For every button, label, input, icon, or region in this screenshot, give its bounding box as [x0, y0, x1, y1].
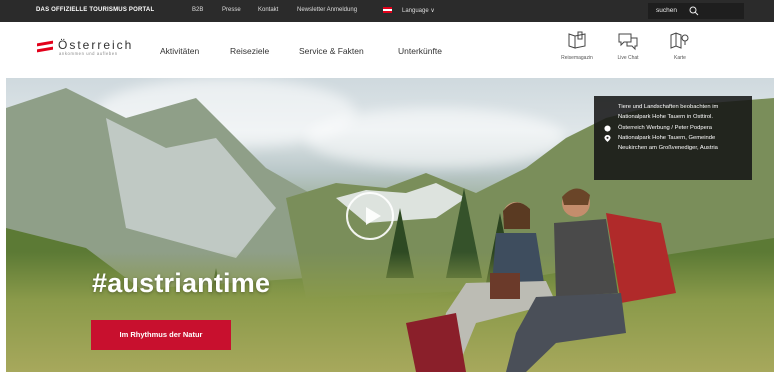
tool-reisemagazin[interactable]: Reisemagazin	[552, 30, 602, 72]
link-newsletter[interactable]: Newsletter Anmeldung	[297, 7, 357, 13]
cta-button[interactable]: Im Rhythmus der Natur	[91, 320, 231, 350]
photo-credit-row: Österreich Werbung / Peter Podpera	[602, 123, 744, 133]
logo-tagline: ankommen und aufleben	[59, 51, 118, 56]
nav-item-aktivitaeten[interactable]: Aktivitäten	[160, 46, 199, 56]
map-icon	[670, 32, 689, 49]
language-selector[interactable]: Language ∨	[402, 7, 435, 14]
search-icon	[689, 6, 699, 16]
logo-mark-icon	[37, 40, 53, 53]
main-navigation: Österreich ankommen und aufleben Aktivit…	[0, 22, 774, 78]
magazine-icon	[568, 31, 586, 49]
photo-info-box: Tiere und Landschaften beobachten im Nat…	[594, 96, 752, 180]
logo-name: Österreich	[58, 38, 134, 52]
photo-credit: Österreich Werbung / Peter Podpera	[618, 124, 712, 131]
play-video-button[interactable]	[346, 192, 394, 240]
link-b2b[interactable]: B2B	[192, 7, 203, 13]
photo-caption: Tiere und Landschaften beobachten im Nat…	[618, 104, 719, 121]
tool-label: Live Chat	[617, 55, 639, 61]
utility-bar: DAS OFFIZIELLE TOURISMUS PORTAL B2B Pres…	[0, 0, 774, 22]
nav-item-service-fakten[interactable]: Service & Fakten	[299, 46, 364, 56]
hero-hashtag: #austriantime	[92, 268, 271, 298]
chat-icon	[618, 33, 638, 51]
nav-item-reiseziele[interactable]: Reiseziele	[230, 46, 269, 56]
link-presse[interactable]: Presse	[222, 7, 241, 13]
photo-location-row: Nationalpark Hohe Tauern, Gemeinde Neuki…	[602, 133, 744, 154]
search-label: suchen	[656, 7, 677, 14]
tool-live-chat[interactable]: Live Chat	[603, 30, 653, 72]
location-pin-icon	[604, 134, 611, 142]
oesterreich-logo[interactable]: Österreich ankommen und aufleben	[37, 37, 142, 63]
tool-label: Reisemagazin	[561, 55, 593, 61]
nav-item-unterkuenfte[interactable]: Unterkünfte	[398, 46, 442, 56]
tool-label: Karte	[674, 55, 686, 61]
tool-karte[interactable]: Karte	[655, 30, 705, 72]
link-kontakt[interactable]: Kontakt	[258, 7, 278, 13]
photo-location: Nationalpark Hohe Tauern, Gemeinde Neuki…	[618, 134, 718, 152]
portal-label: DAS OFFIZIELLE TOURISMUS PORTAL	[36, 7, 155, 13]
hikers-illustration	[406, 188, 676, 372]
hero-banner: #austriantime Im Rhythmus der Natur Tier…	[6, 78, 774, 372]
search-button[interactable]: suchen	[648, 3, 744, 19]
camera-icon	[604, 125, 611, 132]
austria-flag-icon	[383, 7, 392, 13]
